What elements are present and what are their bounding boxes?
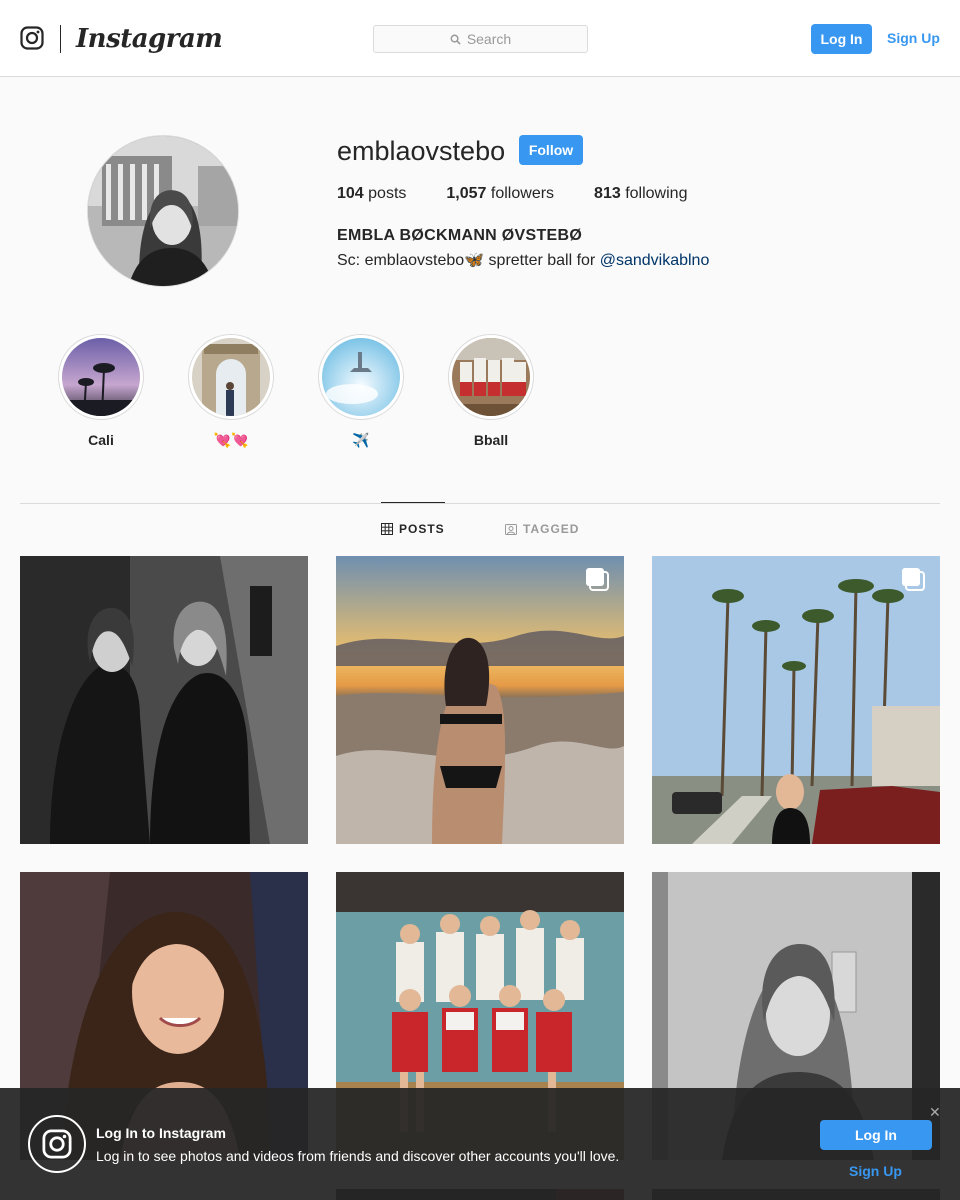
multiple-photos-icon bbox=[902, 568, 925, 591]
profile-bio: Sc: emblaovstebo🦋 spretter ball for @san… bbox=[337, 250, 709, 270]
post-thumbnail[interactable] bbox=[652, 556, 940, 844]
search-placeholder: Search bbox=[466, 31, 512, 47]
profile-avatar[interactable] bbox=[87, 135, 239, 287]
highlight-ring bbox=[448, 334, 534, 420]
login-button[interactable]: Log In bbox=[811, 24, 872, 54]
highlight-label: Bball bbox=[473, 432, 509, 448]
logo-divider bbox=[60, 25, 61, 53]
tab-posts[interactable]: POSTS bbox=[381, 522, 445, 536]
close-icon[interactable]: ✕ bbox=[929, 1104, 941, 1121]
banner-login-button[interactable]: Log In bbox=[820, 1120, 932, 1150]
highlight-ring bbox=[318, 334, 404, 420]
story-highlight-cali[interactable]: Cali bbox=[58, 334, 144, 448]
followers-count: 1,057 bbox=[446, 185, 487, 202]
bio-mention-link[interactable]: @sandvikablno bbox=[600, 252, 710, 269]
tagged-icon bbox=[505, 524, 517, 535]
signup-link[interactable]: Sign Up bbox=[887, 30, 940, 46]
followers-stat[interactable]: 1,057 followers bbox=[446, 185, 554, 203]
banner-signup-link[interactable]: Sign Up bbox=[849, 1163, 902, 1179]
posts-label: posts bbox=[368, 185, 407, 202]
follow-button[interactable]: Follow bbox=[519, 135, 583, 165]
banner-title: Log In to Instagram bbox=[96, 1125, 226, 1141]
profile-full-name: EMBLA BØCKMANN ØVSTEBØ bbox=[337, 227, 583, 244]
banner-description: Log in to see photos and videos from fri… bbox=[96, 1148, 620, 1164]
login-prompt-banner: Log In to Instagram Log in to see photos… bbox=[0, 1088, 960, 1200]
tabs-divider bbox=[20, 503, 940, 504]
bio-text: Sc: emblaovstebo🦋 spretter ball for bbox=[337, 252, 600, 269]
profile-stats: 104 posts 1,057 followers 813 following bbox=[337, 185, 727, 203]
highlight-cover bbox=[322, 338, 400, 416]
following-count: 813 bbox=[594, 185, 621, 202]
instagram-wordmark[interactable]: Instagram bbox=[76, 24, 223, 54]
grid-icon bbox=[381, 523, 393, 535]
followers-label: followers bbox=[490, 185, 555, 202]
following-label: following bbox=[625, 185, 688, 202]
tab-tagged-label: TAGGED bbox=[523, 522, 580, 536]
tab-posts-label: POSTS bbox=[399, 522, 445, 536]
story-highlight-hearts[interactable]: 💘💘 bbox=[188, 334, 274, 449]
top-navigation-bar: Instagram Search Log In Sign Up bbox=[0, 0, 960, 77]
search-icon bbox=[450, 34, 461, 45]
active-tab-indicator bbox=[381, 502, 445, 503]
post-thumbnail[interactable] bbox=[336, 556, 624, 844]
following-stat[interactable]: 813 following bbox=[594, 185, 687, 203]
posts-stat: 104 posts bbox=[337, 185, 406, 203]
profile-username: emblaovstebo bbox=[337, 136, 506, 166]
highlight-ring bbox=[58, 334, 144, 420]
highlight-label: 💘💘 bbox=[213, 432, 249, 448]
post-thumbnail[interactable] bbox=[20, 556, 308, 844]
highlight-cover bbox=[192, 338, 270, 416]
search-input[interactable]: Search bbox=[373, 25, 588, 53]
multiple-photos-icon bbox=[586, 568, 609, 591]
posts-count: 104 bbox=[337, 185, 364, 202]
highlight-cover bbox=[452, 338, 530, 416]
highlight-ring bbox=[188, 334, 274, 420]
story-highlight-plane[interactable]: ✈️ bbox=[318, 334, 404, 449]
highlight-label: ✈️ bbox=[352, 432, 370, 448]
instagram-glyph-icon bbox=[28, 1115, 86, 1173]
tab-tagged[interactable]: TAGGED bbox=[505, 522, 579, 536]
story-highlight-bball[interactable]: Bball bbox=[448, 334, 534, 448]
highlight-cover bbox=[62, 338, 140, 416]
highlight-label: Cali bbox=[88, 432, 114, 448]
instagram-glyph-icon[interactable] bbox=[20, 26, 44, 50]
